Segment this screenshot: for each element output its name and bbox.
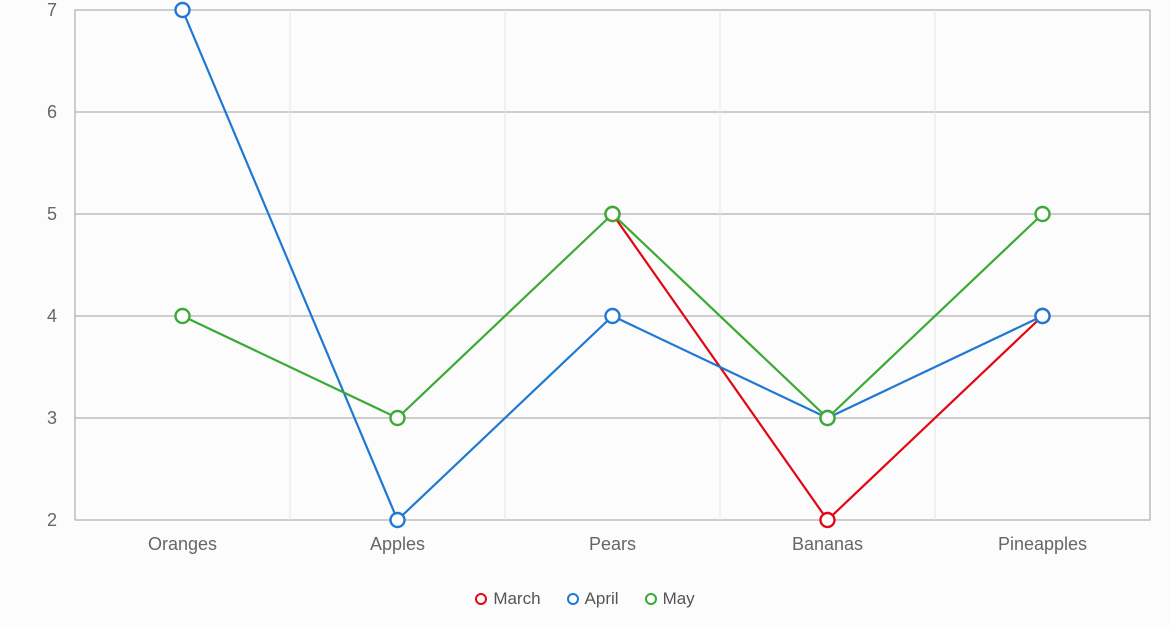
data-point[interactable] <box>176 3 190 17</box>
legend-label: April <box>585 589 619 609</box>
legend-item[interactable]: March <box>475 589 540 609</box>
legend-swatch-icon <box>645 593 657 605</box>
x-category-label: Bananas <box>792 534 863 554</box>
legend-label: March <box>493 589 540 609</box>
data-point[interactable] <box>391 411 405 425</box>
line-chart: 2 3 4 5 6 7 Oranges Apples Pears Bananas Pineapple… <box>0 0 1170 627</box>
y-tick-label: 5 <box>47 204 57 224</box>
legend-item[interactable]: May <box>645 589 695 609</box>
data-point[interactable] <box>176 309 190 323</box>
data-point[interactable] <box>821 513 835 527</box>
data-point[interactable] <box>606 207 620 221</box>
data-point[interactable] <box>1036 309 1050 323</box>
y-tick-label: 3 <box>47 408 57 428</box>
data-point[interactable] <box>1036 207 1050 221</box>
y-tick-label: 6 <box>47 102 57 122</box>
legend: March April May <box>0 589 1170 609</box>
legend-swatch-icon <box>567 593 579 605</box>
x-category-label: Pears <box>589 534 636 554</box>
x-category-label: Pineapples <box>998 534 1087 554</box>
x-category-label: Oranges <box>148 534 217 554</box>
y-tick-label: 2 <box>47 510 57 530</box>
data-point[interactable] <box>606 309 620 323</box>
y-tick-label: 4 <box>47 306 57 326</box>
x-category-label: Apples <box>370 534 425 554</box>
data-point[interactable] <box>821 411 835 425</box>
legend-label: May <box>663 589 695 609</box>
chart-canvas: 2 3 4 5 6 7 Oranges Apples Pears Bananas Pineapple… <box>0 0 1170 627</box>
y-tick-label: 7 <box>47 0 57 20</box>
data-point[interactable] <box>391 513 405 527</box>
legend-item[interactable]: April <box>567 589 619 609</box>
legend-swatch-icon <box>475 593 487 605</box>
